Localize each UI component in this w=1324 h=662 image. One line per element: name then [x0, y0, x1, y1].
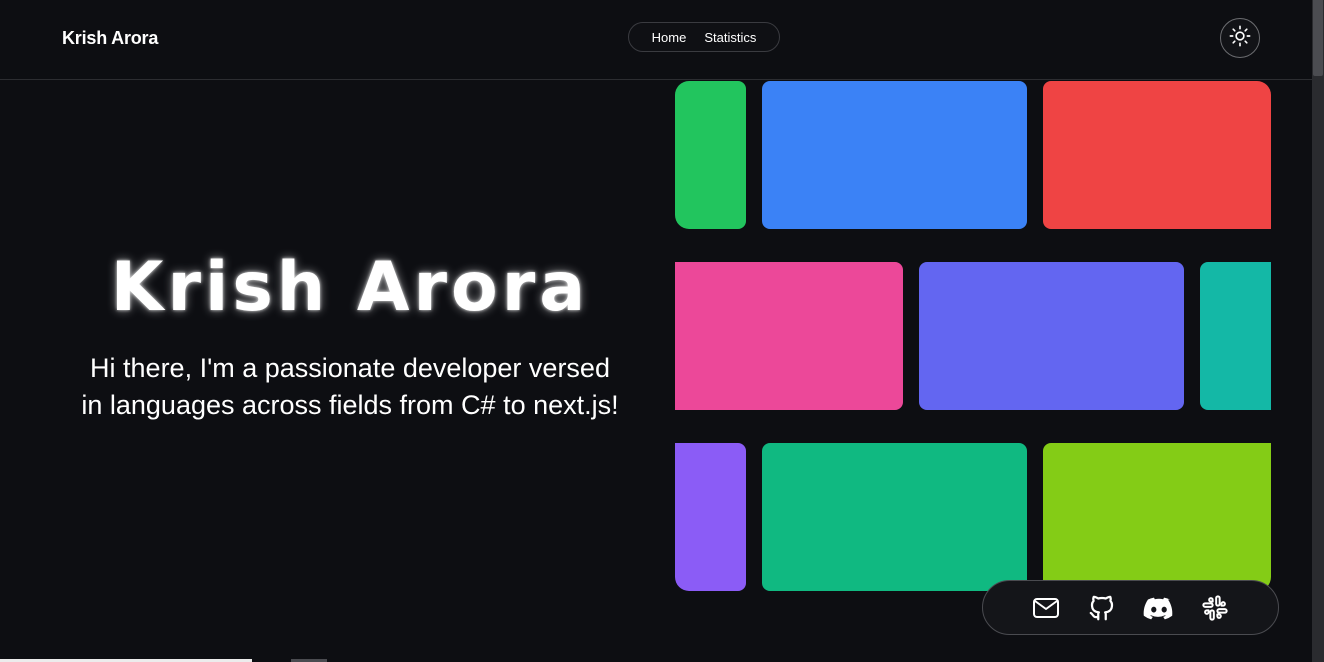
tile-violet [675, 443, 746, 591]
mail-icon[interactable] [1030, 592, 1062, 624]
github-icon[interactable] [1086, 592, 1118, 624]
nav-link-statistics[interactable]: Statistics [704, 30, 756, 45]
page-scrollbar[interactable] [1312, 0, 1324, 662]
hero-description-line-2: in languages across fields from C# to ne… [81, 390, 619, 420]
theme-toggle-button[interactable] [1220, 18, 1260, 58]
brand-logo-text[interactable]: Krish Arora [62, 28, 158, 49]
tile-blue [762, 81, 1027, 229]
tile-green [675, 81, 746, 229]
nav-pill: Home Statistics [628, 22, 780, 52]
tile-lime [1043, 443, 1271, 591]
scrollbar-thumb[interactable] [1313, 0, 1323, 76]
tile-emerald [762, 443, 1027, 591]
top-navbar: Krish Arora Home Statistics [0, 0, 1312, 80]
tile-red [1043, 81, 1271, 229]
slack-icon[interactable] [1199, 592, 1231, 624]
sun-icon [1229, 25, 1251, 51]
hero-title: Krish Arora [110, 248, 590, 327]
tile-teal [1200, 262, 1271, 410]
color-tile-grid [0, 0, 1312, 662]
tile-indigo [919, 262, 1184, 410]
discord-icon[interactable] [1143, 592, 1175, 624]
hero-description-line-1: Hi there, I'm a passionate developer ver… [90, 353, 610, 383]
tile-pink [675, 262, 903, 410]
hero-description: Hi there, I'm a passionate developer ver… [40, 350, 660, 424]
social-links-dock [982, 580, 1279, 635]
nav-link-home[interactable]: Home [652, 30, 687, 45]
